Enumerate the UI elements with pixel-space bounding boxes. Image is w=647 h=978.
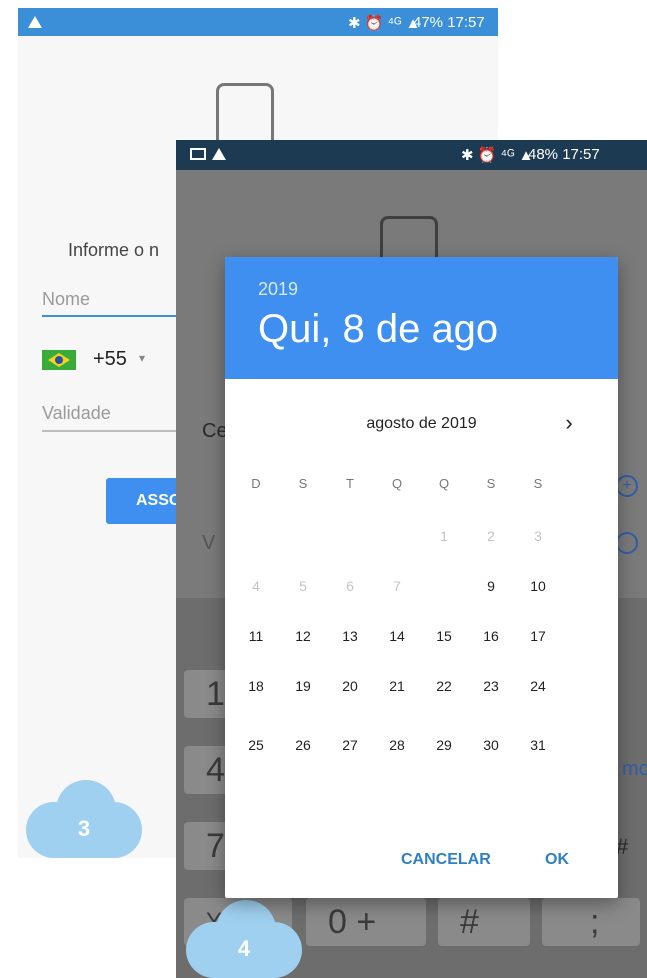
key-semicolon[interactable]: ; [542,898,640,946]
associate-button[interactable]: ASSO [106,478,186,524]
partial-label: Ce [202,420,228,442]
step-3-number: 3 [77,816,91,841]
calendar-day[interactable]: 23 [468,663,514,709]
calendar-day[interactable]: 17 [515,613,561,659]
calendar-day[interactable]: 20 [327,663,373,709]
name-input-underline [42,315,182,317]
validity-input[interactable]: Validade [42,403,111,424]
calendar-day[interactable]: 14 [374,613,420,659]
date-picker-header: 2019 Qui, 8 de ago [225,257,618,379]
prompt-text: Informe o n [68,240,160,260]
weekday-label: Q [391,476,403,491]
weekday-label: S [533,476,543,491]
status-icons: ✱ ⏰ ⁴ᴳ ▲ [461,147,534,164]
key-hash[interactable]: # [438,898,530,946]
calendar-day[interactable]: 27 [327,722,373,768]
chevron-right-icon[interactable]: › [555,409,583,437]
date-picker-dialog: 2019 Qui, 8 de ago agosto de 2019 › D S … [225,257,618,898]
calendar-day: 1 [440,528,448,544]
calendar-day: 4 [252,578,260,594]
calendar-day: 2 [487,528,495,544]
warning-icon [212,148,226,160]
brazil-flag-icon[interactable] [42,350,76,370]
caret-down-icon[interactable]: ▾ [139,351,145,365]
calendar-day[interactable]: 24 [515,663,561,709]
calendar-day[interactable]: 31 [515,722,561,768]
calendar-day[interactable]: 9 [468,563,514,609]
calendar-day[interactable]: 30 [468,722,514,768]
weekday-label: D [251,476,261,491]
weekday-label: S [486,476,496,491]
weekday-label: T [346,476,354,491]
year-label[interactable]: 2019 [258,279,298,300]
calendar-day[interactable]: 12 [280,613,326,659]
calendar-day[interactable]: 29 [421,722,467,768]
selected-date-label: Qui, 8 de ago [258,307,499,351]
status-text: 47% 17:57 [413,14,485,31]
calendar-day[interactable]: 16 [468,613,514,659]
calendar-day[interactable]: 26 [280,722,326,768]
clock-icon[interactable] [616,532,638,554]
partial-field[interactable]: V [202,532,215,555]
calendar-day[interactable]: 18 [233,663,279,709]
calendar-day[interactable]: 25 [233,722,279,768]
step-4-number: 4 [237,936,251,961]
cancel-button[interactable]: CANCELAR [401,851,491,869]
key-0[interactable]: 0 + [306,898,426,946]
calendar-day[interactable]: 15 [421,613,467,659]
weekday-label: S [298,476,308,491]
add-icon[interactable]: + [616,475,638,497]
name-input[interactable]: Nome [42,289,90,310]
calendar-day[interactable]: 28 [374,722,420,768]
calendar-day: 7 [393,578,401,594]
status-bar: ✱ ⏰ ⁴ᴳ ▲ 47% 17:57 [18,8,498,36]
calendar-day[interactable]: 19 [280,663,326,709]
status-bar: ✱ ⏰ ⁴ᴳ ▲ 48% 17:57 [176,140,647,170]
status-text: 48% 17:57 [528,146,600,163]
step-4-badge: 4 [186,900,302,978]
validity-underline [42,430,182,432]
calendar-day: 6 [346,578,354,594]
country-code[interactable]: +55 [93,348,127,371]
image-icon [190,148,206,160]
calendar-day[interactable]: 11 [233,613,279,659]
calendar-day: 5 [299,578,307,594]
calendar-day[interactable]: 21 [374,663,420,709]
calendar-day[interactable]: 13 [327,613,373,659]
calendar-day[interactable]: 22 [421,663,467,709]
selected-day[interactable]: 8 [418,560,470,612]
status-icons: ✱ ⏰ ⁴ᴳ ▲ [348,15,421,32]
step-3-badge: 3 [26,780,142,858]
calendar-day: 3 [534,528,542,544]
warning-icon [28,16,42,28]
weekday-label: Q [438,476,450,491]
more-key[interactable]: mo [622,758,647,781]
calendar-day[interactable]: 10 [515,563,561,609]
ok-button[interactable]: OK [545,851,569,869]
